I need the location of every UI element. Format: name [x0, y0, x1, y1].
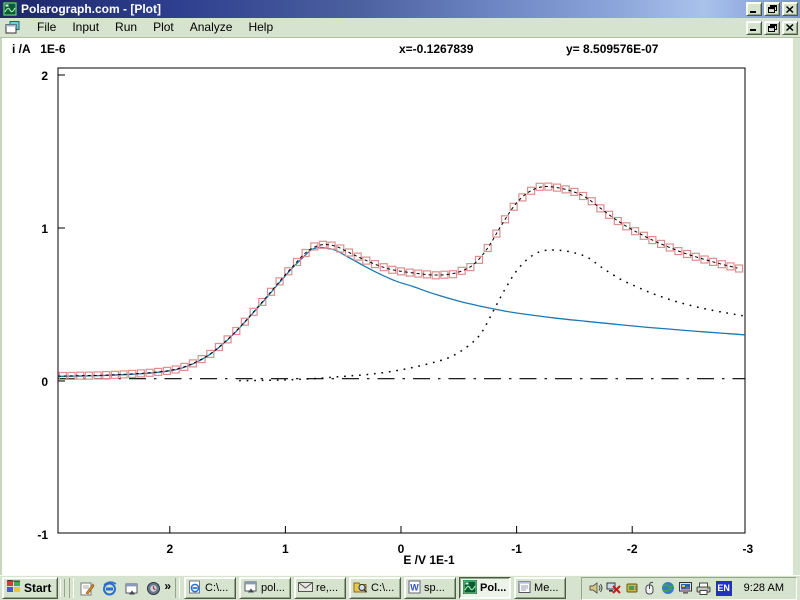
y-tick-label: 2 — [41, 69, 48, 83]
polarograph-icon — [463, 580, 477, 597]
component1-curve — [58, 247, 745, 376]
title-bar: Polarograph.com - [Plot] — [0, 0, 800, 18]
quicklaunch-quickview-icon[interactable] — [144, 579, 162, 597]
taskbar-button-5[interactable]: Wsp... — [404, 577, 456, 599]
menu-item-help[interactable]: Help — [240, 18, 281, 37]
mdi-close-button[interactable] — [782, 21, 798, 35]
windows-logo-icon — [6, 580, 21, 596]
plot-canvas[interactable]: 210-1-2-3210-1E /V 1E-1 — [0, 38, 800, 575]
y-tick-label: -1 — [37, 528, 48, 542]
menu-item-file[interactable]: File — [29, 18, 64, 37]
taskbar-clock[interactable]: 9:28 AM — [736, 582, 790, 594]
menu-item-plot[interactable]: Plot — [145, 18, 182, 37]
quicklaunch-desktop-icon[interactable] — [78, 579, 96, 597]
tray-printer-icon[interactable] — [696, 580, 712, 596]
notepad-icon — [518, 580, 531, 597]
taskbar-button-2[interactable]: pol... — [239, 577, 291, 599]
plot-border — [58, 68, 745, 533]
x-tick-label: 1 — [282, 542, 289, 556]
taskbar-button-label: re,... — [316, 582, 338, 594]
mdi-restore-button[interactable] — [764, 21, 780, 35]
svg-text:W: W — [410, 582, 419, 592]
taskbar-button-label: Pol... — [480, 582, 506, 594]
window-arrow-icon — [243, 579, 258, 597]
polarograph-app-icon[interactable] — [3, 2, 17, 16]
taskbar-button-1[interactable]: C:\... — [184, 577, 236, 599]
menu-item-run[interactable]: Run — [107, 18, 145, 37]
tray-globe-icon[interactable] — [660, 580, 676, 596]
tray-network-error-icon[interactable] — [606, 580, 622, 596]
y-tick-label: 1 — [41, 222, 48, 236]
ie-page-icon — [188, 580, 202, 597]
close-button[interactable] — [782, 2, 798, 16]
tray-mouse-icon[interactable] — [642, 580, 658, 596]
window-title: Polarograph.com - [Plot] — [21, 2, 161, 16]
taskbar-divider — [69, 578, 74, 598]
taskbar-button-label: C:\... — [205, 582, 228, 594]
x-tick-label: -2 — [627, 542, 638, 556]
tray-display-icon[interactable] — [678, 580, 694, 596]
component2-curve — [239, 250, 744, 381]
language-indicator[interactable]: EN — [716, 581, 732, 596]
taskbar-button-label: Me... — [534, 582, 558, 594]
experimental-data-markers — [59, 183, 742, 379]
x-axis-title: E /V 1E-1 — [403, 553, 455, 567]
app-window: Polarograph.com - [Plot] FileInputRunPlo… — [0, 0, 800, 600]
x-tick-label: -3 — [742, 542, 753, 556]
taskbar-button-label: C:\... — [371, 582, 394, 594]
quicklaunch-ie-icon[interactable] — [100, 579, 118, 597]
menu-item-input[interactable]: Input — [64, 18, 107, 37]
mdi-minimize-button[interactable] — [746, 21, 762, 35]
menu-items: FileInputRunPlotAnalyzeHelp — [29, 18, 281, 37]
taskbar: Start » C:\... pol... re,... C:\... Wsp... Po… — [0, 575, 800, 600]
taskbar-button-3[interactable]: re,... — [294, 577, 346, 599]
minimize-button[interactable] — [746, 2, 762, 16]
system-tray: EN 9:28 AM — [581, 577, 797, 600]
task-buttons: C:\... pol... re,... C:\... Wsp... Pol... Me..… — [184, 577, 566, 599]
mdi-child-icon[interactable] — [5, 21, 21, 34]
taskbar-button-label: sp... — [424, 582, 445, 594]
quicklaunch-grip[interactable] — [60, 579, 65, 597]
restore-button[interactable] — [764, 2, 780, 16]
tray-volume-icon[interactable] — [588, 580, 604, 596]
quicklaunch-chevron[interactable]: » — [164, 579, 173, 597]
menu-item-analyze[interactable]: Analyze — [182, 18, 241, 37]
y-tick-label: 0 — [41, 375, 48, 389]
quick-launch-bar — [76, 579, 164, 597]
start-label: Start — [24, 581, 51, 595]
taskbar-button-7[interactable]: Me... — [514, 577, 566, 599]
word-doc-icon: W — [408, 580, 421, 597]
taskbar-divider-2 — [175, 578, 180, 598]
taskbar-button-4[interactable]: C:\... — [349, 577, 401, 599]
taskbar-button-label: pol... — [261, 582, 285, 594]
mail-icon — [298, 581, 313, 596]
menu-bar: FileInputRunPlotAnalyzeHelp — [0, 18, 800, 38]
x-tick-label: -1 — [511, 542, 522, 556]
start-button[interactable]: Start — [2, 577, 58, 599]
taskbar-button-6[interactable]: Pol... — [459, 577, 511, 599]
tray-card-icon[interactable] — [624, 580, 640, 596]
search-folder-icon — [353, 580, 368, 597]
quicklaunch-window-arrow-icon[interactable] — [122, 579, 140, 597]
x-tick-label: 2 — [166, 542, 173, 556]
